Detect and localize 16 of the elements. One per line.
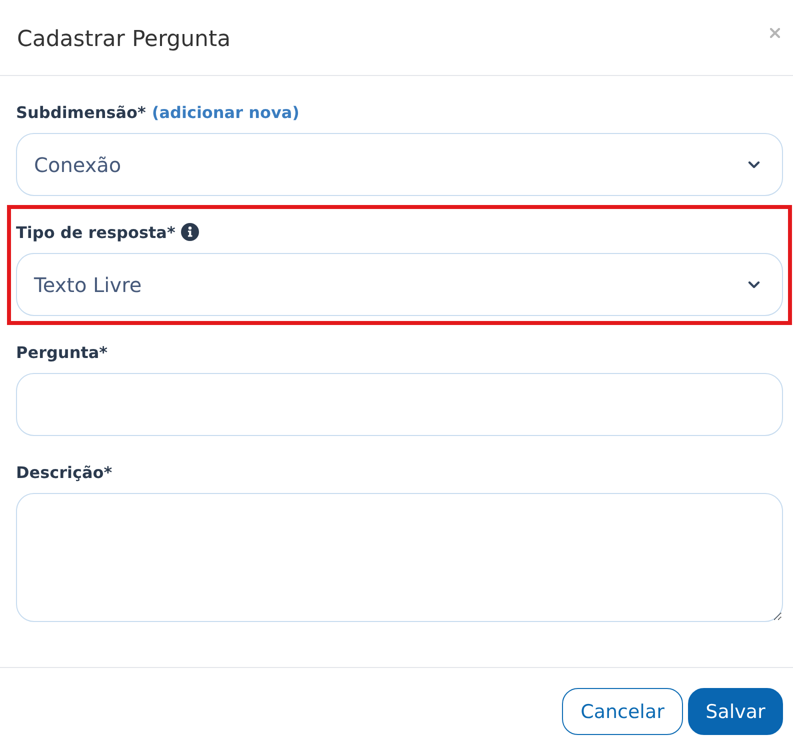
select-field[interactable]: Texto Livre <box>16 253 783 316</box>
select-field[interactable]: Conexão <box>16 133 783 196</box>
field-label: Subdimensão* <box>16 102 146 122</box>
info-icon[interactable] <box>181 223 200 241</box>
field-label: Tipo de resposta* <box>16 222 176 242</box>
chevron-down-icon <box>748 160 760 168</box>
chevron-down-icon <box>748 280 760 288</box>
field-label: Descrição* <box>16 462 112 482</box>
text-input[interactable] <box>16 373 783 436</box>
field-label: Pergunta* <box>16 342 108 362</box>
cancel-button[interactable]: Cancelar <box>562 688 683 735</box>
dialog-title: Cadastrar Pergunta <box>17 27 231 52</box>
save-button[interactable]: Salvar <box>688 688 783 735</box>
textarea-field[interactable] <box>16 493 783 622</box>
add-new-link[interactable]: (adicionar nova) <box>152 102 300 122</box>
close-icon[interactable] <box>770 28 780 38</box>
